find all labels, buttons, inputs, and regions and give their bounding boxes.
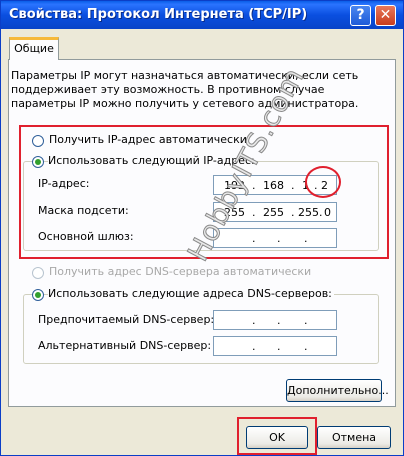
close-button[interactable]: ✕ — [375, 5, 396, 26]
ok-highlight-box — [237, 417, 317, 455]
window-title: Свойства: Протокол Интернета (TCP/IP) — [9, 7, 308, 22]
cancel-button[interactable]: Отмена — [317, 426, 391, 449]
dialog-window: Свойства: Протокол Интернета (TCP/IP) ? … — [0, 0, 404, 456]
alternate-dns-label: Альтернативный DNS-сервер: — [38, 339, 212, 352]
ip-octet-highlight-circle — [305, 166, 341, 198]
alternate-dns-input[interactable]: . . . — [213, 336, 337, 356]
dns-manual-radio[interactable] — [32, 289, 44, 301]
advanced-button[interactable]: Дополнительно... — [286, 379, 389, 402]
tab-general[interactable]: Общие — [9, 37, 59, 60]
dns-auto-radio — [32, 267, 44, 279]
dns-manual-label: Использовать следующие адреса DNS-сервер… — [48, 287, 334, 300]
dns-auto-label: Получить адрес DNS-сервера автоматически — [49, 265, 312, 278]
preferred-dns-input[interactable]: . . . — [213, 310, 337, 330]
title-bar[interactable]: Свойства: Протокол Интернета (TCP/IP) ? … — [1, 1, 403, 29]
preferred-dns-label: Предпочитаемый DNS-сервер: — [38, 313, 215, 326]
help-button[interactable]: ? — [350, 5, 371, 26]
description-text: Параметры IP могут назначаться автоматич… — [11, 69, 359, 110]
